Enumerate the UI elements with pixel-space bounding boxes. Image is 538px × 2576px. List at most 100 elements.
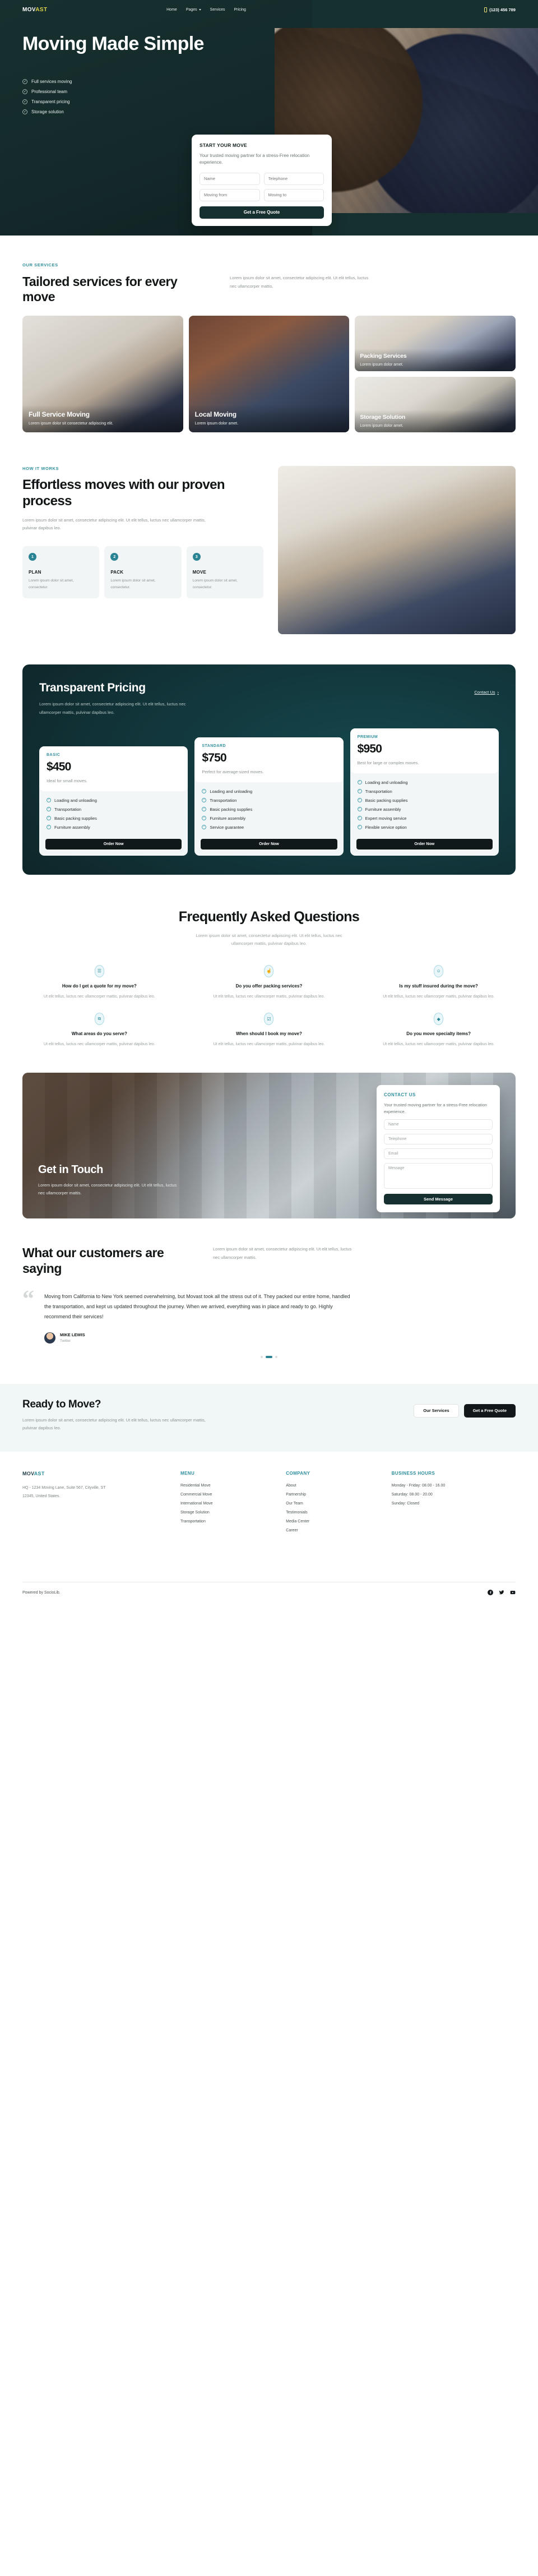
step-title: MOVE (192, 570, 207, 575)
service-card-title: Storage Solution (360, 414, 406, 421)
quote-moving-from-input[interactable] (200, 188, 260, 201)
header-phone[interactable]: (123) 456 789 (484, 7, 516, 12)
how-eyebrow: HOW IT WORKS (22, 466, 59, 472)
testimonial-author-name: MIKE LEWIS (60, 1332, 85, 1338)
service-card-desc: Lorem ipsum dolor sit consectetur adipis… (29, 422, 113, 426)
our-services-button[interactable]: Our Services (414, 1404, 459, 1418)
footer-link[interactable]: Transportation (180, 1520, 276, 1524)
quote-submit-button[interactable]: Get a Free Quote (200, 206, 324, 219)
service-card-local-moving[interactable]: Local Moving Lorem ipsum dolor amet. (188, 316, 350, 433)
footer-column-company: COMPANY About Partnership Our Team Testi… (286, 1471, 381, 1532)
plan-order-button[interactable]: Order Now (45, 838, 182, 850)
check-circle-icon: ✓ (22, 99, 27, 105)
plan-feature-label: Flexible service option (365, 824, 407, 830)
service-card-packing-services[interactable]: Packing Services Lorem ipsum dolor amet. (355, 316, 516, 372)
plan-order-button[interactable]: Order Now (201, 838, 337, 850)
site-logo[interactable]: MOVAST (22, 7, 47, 13)
check-circle-icon: ✓ (357, 780, 362, 784)
footer-link[interactable]: Commercial Move (180, 1493, 276, 1497)
nav-item-home[interactable]: Home (166, 8, 177, 12)
plan-feature: ✓ Furniture assembly (47, 825, 180, 830)
pricing-contact-link[interactable]: Contact Us › (474, 690, 499, 695)
contact-submit-button[interactable]: Send Message (384, 1194, 493, 1205)
footer-link[interactable]: Partnership (286, 1493, 381, 1497)
avatar (44, 1332, 55, 1344)
services-section: OUR SERVICES Tailored services for every… (0, 236, 538, 447)
footer-link[interactable]: Our Team (286, 1502, 381, 1506)
get-a-free-quote-button[interactable]: Get a Free Quote (463, 1404, 516, 1418)
service-card-desc: Lorem ipsum dolor amet. (194, 422, 239, 426)
faq-item[interactable]: ☑ When should I book my move? Ut elit te… (192, 1013, 346, 1048)
services-description: Lorem ipsum dolor sit amet, consectetur … (230, 275, 369, 289)
footer-link[interactable]: About (286, 1484, 381, 1488)
service-card-desc: Lorem ipsum dolor amet. (360, 424, 404, 428)
footer-link[interactable]: Testimonials (286, 1511, 381, 1515)
footer-link[interactable]: Career (286, 1529, 381, 1532)
quote-mark-icon: “ (22, 1286, 34, 1312)
contact-email-input[interactable]: Email (384, 1148, 493, 1160)
plan-order-button[interactable]: Order Now (356, 838, 493, 850)
faq-item[interactable]: ☝ Do you offer packing services? Ut elit… (192, 964, 346, 1000)
chevron-down-icon (198, 8, 201, 11)
nav-item-services[interactable]: Services (210, 8, 225, 12)
plan-feature-label: Transportation (54, 806, 82, 812)
faq-item[interactable]: ⧉ What areas do you serve? Ut elit tellu… (22, 1013, 177, 1048)
footer-column-title: MENU (180, 1471, 195, 1476)
footer-link[interactable]: International Move (180, 1502, 276, 1506)
contact-title: Get in Touch (38, 1163, 103, 1176)
cta-row: Ready to Move? Lorem ipsum dolor sit ame… (22, 1398, 516, 1433)
footer-link[interactable]: Residential Move (180, 1484, 276, 1488)
faq-question: Is my stuff insured during the move? (399, 983, 478, 989)
nav-item-pricing[interactable]: Pricing (234, 8, 246, 12)
quote-moving-to-input[interactable] (263, 188, 324, 201)
footer-logo[interactable]: MOVAST (22, 1471, 170, 1476)
service-card-overlay: Packing Services Lorem ipsum dolor amet. (355, 349, 516, 372)
faq-item[interactable]: ☺ Is my stuff insured during the move? U… (361, 964, 516, 1000)
footer-link[interactable]: Media Center (286, 1520, 381, 1524)
service-card-storage-solution[interactable]: Storage Solution Lorem ipsum dolor amet. (355, 377, 516, 433)
pagination-dot-active[interactable] (266, 1355, 272, 1358)
quote-name-input[interactable] (200, 172, 260, 185)
plan-header: STANDARD $750 Perfect for average-sized … (194, 737, 344, 782)
youtube-icon[interactable] (510, 1590, 516, 1595)
footer-link[interactable]: Storage Solution (180, 1511, 276, 1515)
check-circle-icon: ✓ (202, 825, 207, 829)
hero-quote-form: START YOUR MOVE Your trusted moving part… (192, 135, 332, 226)
footer-column-title: BUSINESS HOURS (391, 1471, 435, 1476)
pagination-dot[interactable] (275, 1355, 277, 1358)
hero-section: MOVAST Home Pages Services Pricing (123)… (0, 0, 538, 236)
faq-question: Do you move specialty items? (406, 1031, 471, 1037)
how-step-plan: 1 PLAN Lorem ipsum dolor sit amet, conse… (22, 546, 100, 599)
services-eyebrow: OUR SERVICES (22, 262, 58, 267)
check-circle-icon: ✓ (202, 807, 207, 811)
nav-item-pages[interactable]: Pages (186, 8, 201, 12)
contact-telephone-input[interactable]: Telephone (384, 1134, 493, 1145)
contact-message-textarea[interactable]: Message (384, 1163, 493, 1189)
quote-telephone-input[interactable] (263, 172, 324, 185)
pricing-description: Lorem ipsum dolor sit amet, consectetur … (39, 701, 186, 715)
contact-name-input[interactable]: Name (384, 1119, 493, 1130)
testimonials-description: Lorem ipsum dolor sit amet, consectetur … (213, 1247, 352, 1260)
faq-item[interactable]: ◆ Do you move specialty items? Ut elit t… (361, 1013, 516, 1048)
pricing-panel: Transparent Pricing Contact Us › Lorem i… (22, 664, 516, 875)
services-container: OUR SERVICES Tailored services for every… (22, 262, 516, 433)
faq-item[interactable]: ☰ How do I get a quote for my move? Ut e… (22, 964, 177, 1000)
plan-feature-label: Basic packing supplies (210, 806, 253, 812)
plan-feature: ✓ Loading and unloading (357, 780, 491, 785)
cta-description: Lorem ipsum dolor sit amet, consectetur … (22, 1417, 206, 1431)
check-circle-icon: ✓ (22, 79, 27, 85)
pagination-dot[interactable] (261, 1355, 263, 1358)
check-circle-icon: ✓ (22, 109, 27, 115)
step-title: PLAN (29, 570, 41, 575)
contact-description: Lorem ipsum dolor sit amet, consectetur … (38, 1182, 177, 1196)
twitter-icon[interactable] (499, 1590, 504, 1595)
services-title: Tailored services for every move (22, 274, 178, 304)
hero-title: Moving Made Simple (22, 33, 204, 54)
service-card-full-service-moving[interactable]: Full Service Moving Lorem ipsum dolor si… (22, 316, 183, 433)
hero-content: Moving Made Simple ✓ Full services moving… (22, 33, 516, 115)
plan-price: $750 (202, 751, 226, 764)
testimonials-title: What our customers are saying (22, 1245, 164, 1276)
check-circle-icon: ✓ (202, 816, 207, 820)
nav-label: Services (210, 7, 225, 12)
facebook-icon[interactable] (488, 1590, 493, 1596)
